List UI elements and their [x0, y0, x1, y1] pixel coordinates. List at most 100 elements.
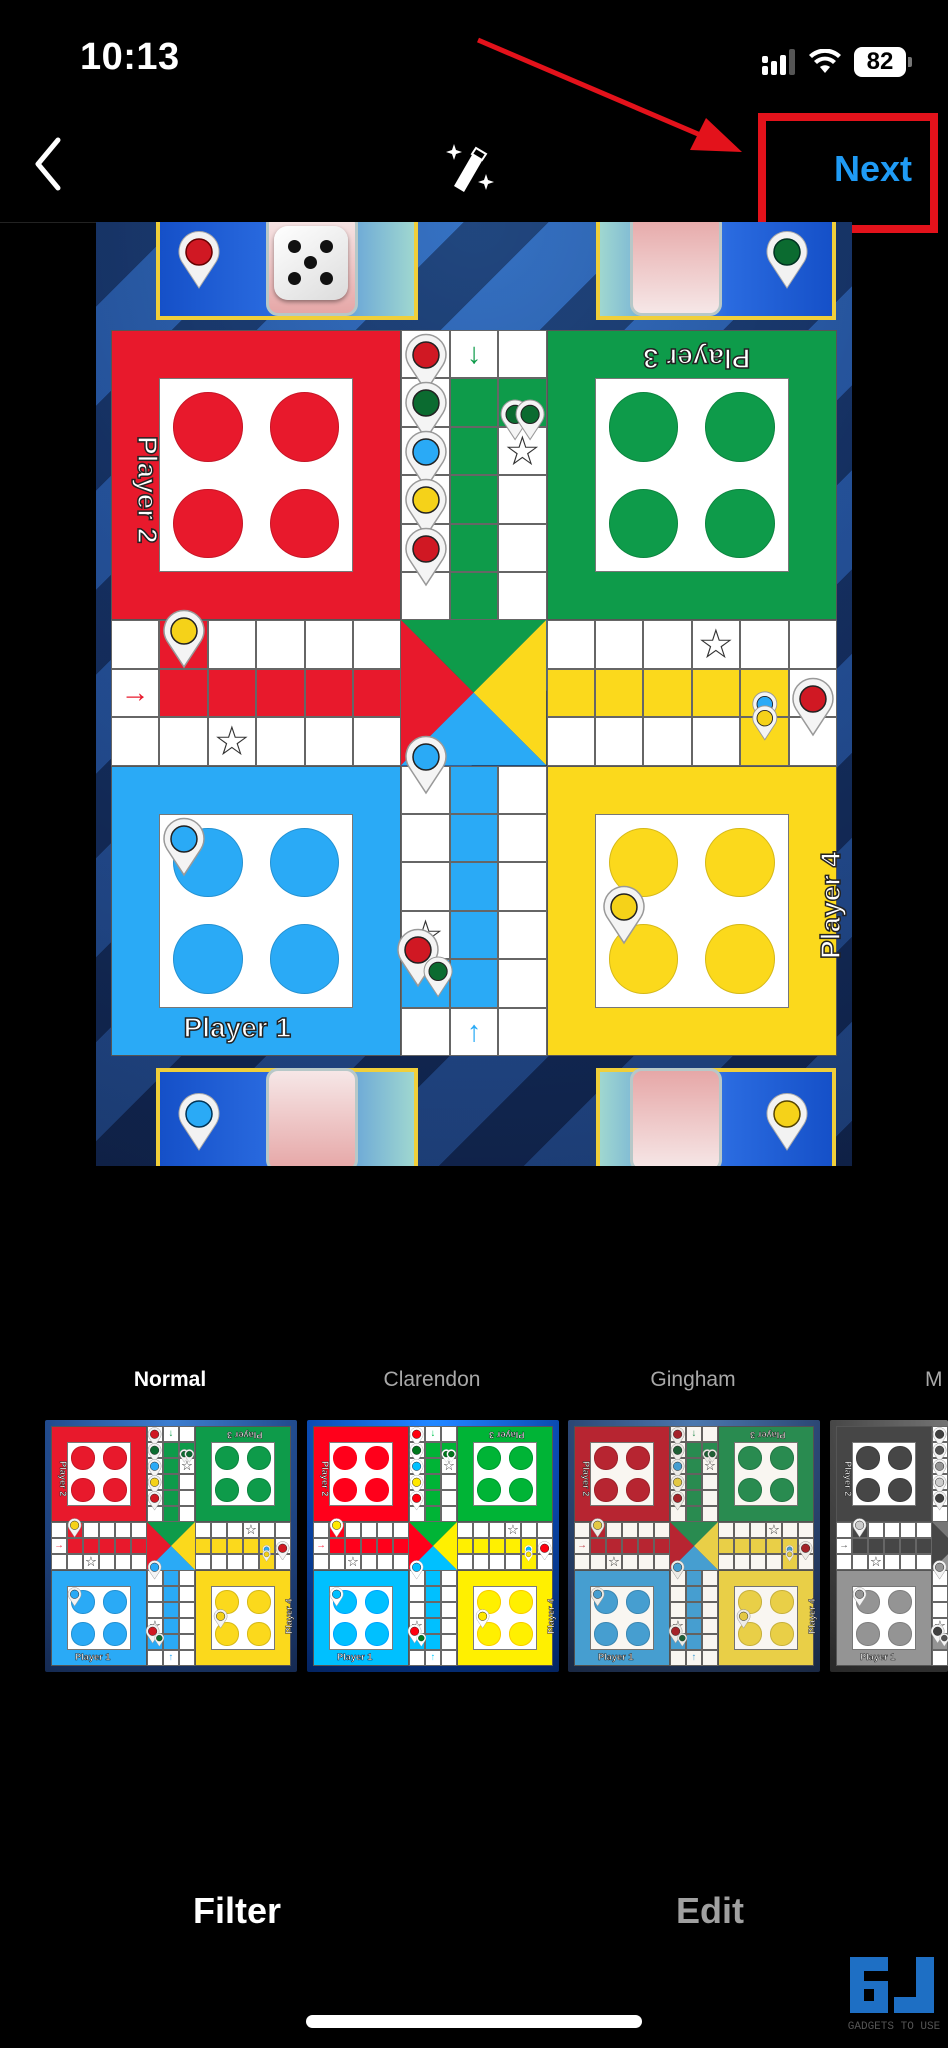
magic-wand-button[interactable]	[442, 138, 498, 198]
home-spot	[509, 1478, 533, 1502]
filter-thumb-normal[interactable]: ☆☆☆☆↓→↑Player 1Player 2Player 3Player 4	[45, 1420, 297, 1672]
arrow-right-icon: →	[839, 1540, 849, 1551]
pawn-green[interactable]	[154, 1633, 165, 1647]
board-cell	[259, 1522, 275, 1538]
pawn-yellow[interactable]	[329, 1518, 344, 1538]
board-cell	[425, 1458, 441, 1474]
pawn-yellow[interactable]	[852, 1518, 867, 1538]
pawn-red[interactable]	[932, 1491, 947, 1511]
pawn-green[interactable]	[422, 956, 454, 998]
home-spot	[365, 1590, 389, 1614]
board-cell	[498, 959, 547, 1008]
pawn-blue[interactable]	[161, 817, 207, 877]
board-cell	[884, 1538, 900, 1554]
board-cell	[449, 862, 499, 911]
filter-thumb-partial[interactable]: ☆☆☆☆↓→↑Player 1Player 2Player 3Player 4	[830, 1420, 948, 1672]
board-cell	[313, 1522, 329, 1538]
back-button[interactable]	[30, 136, 70, 192]
home-spot	[626, 1622, 650, 1646]
tab-edit[interactable]: Edit	[676, 1890, 744, 1932]
filter-thumb-clarendon[interactable]: ☆☆☆☆↓→↑Player 1Player 2Player 3Player 4	[307, 1420, 559, 1672]
pawn-green[interactable]	[416, 1633, 427, 1647]
board-cell	[595, 717, 644, 766]
pawn-blue[interactable]	[329, 1587, 344, 1607]
board-cell	[67, 1554, 83, 1570]
pawn-green[interactable]	[677, 1633, 688, 1647]
pawn-blue[interactable]	[403, 735, 449, 795]
pawn-yellow[interactable]	[262, 1550, 272, 1562]
board-cell	[163, 1618, 179, 1634]
filter-label-gingham[interactable]: Gingham	[568, 1368, 818, 1392]
safe-star-icon: ☆	[244, 1522, 258, 1537]
player-label: Player 3	[227, 1430, 263, 1440]
watermark-text: GADGETS TO USE	[848, 2021, 941, 2033]
board-cell	[750, 1538, 766, 1554]
pawn-blue[interactable]	[409, 1560, 424, 1580]
photo-preview[interactable]: ☆☆☆☆↓→↑Player 1Player 2Player 3Player 4	[96, 222, 852, 1166]
home-spot	[856, 1622, 880, 1646]
pawn-red[interactable]	[147, 1491, 162, 1511]
dice[interactable]	[274, 226, 348, 300]
pawn-red[interactable]	[798, 1540, 813, 1561]
pawn-yellow[interactable]	[67, 1518, 82, 1538]
board-cell	[734, 1554, 750, 1570]
board-cell	[441, 1570, 457, 1586]
board-cell	[643, 717, 692, 766]
board-cell	[505, 1538, 521, 1554]
pawn-green[interactable]	[707, 1449, 718, 1463]
board-cell	[734, 1538, 750, 1554]
pawn-yellow[interactable]	[736, 1609, 751, 1629]
filter-label-partial[interactable]: M	[925, 1368, 948, 1392]
board-cell	[686, 1458, 702, 1474]
board-cell	[377, 1522, 393, 1538]
home-spot	[738, 1478, 762, 1502]
home-spot	[888, 1622, 912, 1646]
home-spot	[705, 391, 776, 462]
pawn-yellow[interactable]	[601, 885, 647, 945]
pawn-yellow[interactable]	[751, 705, 779, 741]
board-cell	[243, 1538, 259, 1554]
board-cell	[345, 1522, 361, 1538]
player-label: Player 1	[337, 1651, 373, 1662]
thumb-board: ☆☆☆☆↓→↑Player 1Player 2Player 3Player 4	[313, 1426, 556, 1666]
board-cell	[115, 1554, 131, 1570]
pawn-yellow[interactable]	[213, 1609, 228, 1629]
pawn-green[interactable]	[939, 1633, 948, 1647]
pawn-blue[interactable]	[590, 1587, 605, 1607]
pawn-red[interactable]	[537, 1540, 552, 1561]
pawn-yellow[interactable]	[785, 1550, 795, 1562]
pawn-blue[interactable]	[147, 1560, 162, 1580]
pawn-blue[interactable]	[67, 1587, 82, 1607]
pawn-yellow[interactable]	[524, 1550, 534, 1562]
pawn-yellow[interactable]	[161, 609, 207, 669]
pawn-green[interactable]	[446, 1449, 457, 1463]
pawn-red[interactable]	[670, 1491, 685, 1511]
pawn-yellow[interactable]	[475, 1609, 490, 1629]
board-cell	[686, 1570, 702, 1586]
pawn-yellow-icon	[766, 1093, 808, 1151]
pawn-blue[interactable]	[932, 1560, 947, 1580]
tab-filter[interactable]: Filter	[193, 1890, 281, 1932]
board-cell	[67, 1538, 83, 1554]
filter-label-normal[interactable]: Normal	[45, 1368, 295, 1392]
player-label: Player 4	[283, 1598, 294, 1634]
pawn-yellow[interactable]	[590, 1518, 605, 1538]
home-spot	[365, 1622, 389, 1646]
pawn-green[interactable]	[184, 1449, 195, 1463]
pawn-green[interactable]	[514, 399, 546, 441]
board-cell	[691, 668, 741, 718]
home-indicator[interactable]	[306, 2015, 642, 2028]
filter-label-clarendon[interactable]: Clarendon	[307, 1368, 557, 1392]
pawn-red[interactable]	[790, 677, 836, 737]
pawn-blue[interactable]	[670, 1560, 685, 1580]
dice-slot	[630, 1068, 722, 1166]
pawn-blue[interactable]	[852, 1587, 867, 1607]
filter-thumb-gingham[interactable]: ☆☆☆☆↓→↑Player 1Player 2Player 3Player 4	[568, 1420, 820, 1672]
board-cell	[654, 1522, 670, 1538]
board-cell	[377, 1554, 393, 1570]
pawn-red[interactable]	[403, 527, 449, 587]
board-cell	[227, 1522, 243, 1538]
pawn-red[interactable]	[409, 1491, 424, 1511]
pawn-red[interactable]	[275, 1540, 290, 1561]
thumb-board: ☆☆☆☆↓→↑Player 1Player 2Player 3Player 4	[574, 1426, 817, 1666]
